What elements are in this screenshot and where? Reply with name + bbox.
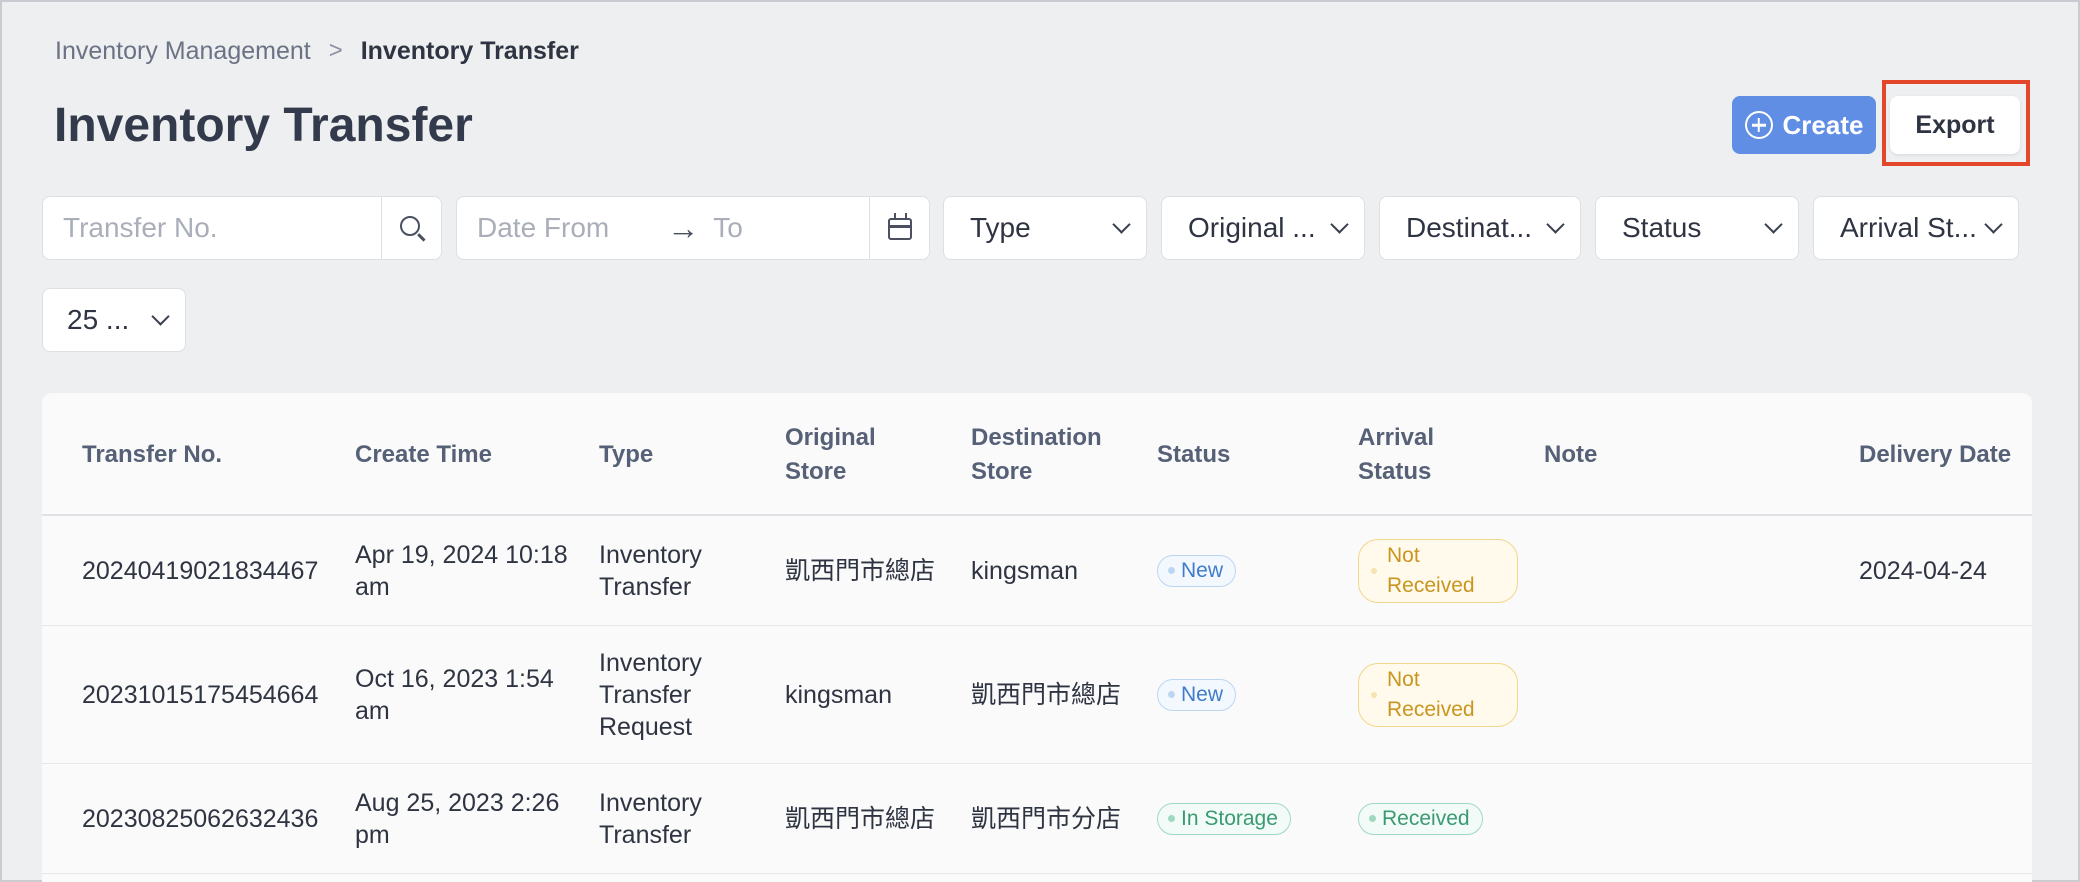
- arrival-status-select-value: Arrival St...: [1840, 212, 1977, 243]
- cell-arrival-status: Not Received: [1358, 516, 1538, 625]
- header-destination-store[interactable]: Destination Store: [971, 393, 1131, 516]
- cell-type: Inventory Transfer Request: [599, 648, 702, 741]
- status-badge: New: [1157, 678, 1237, 711]
- date-range-picker[interactable]: Date From → To: [456, 196, 930, 260]
- header-transfer-no[interactable]: Transfer No.: [82, 393, 342, 516]
- status-badge: In Storage: [1157, 802, 1291, 835]
- status-dot-icon: [1369, 815, 1376, 822]
- status-dot-icon: [1168, 691, 1175, 698]
- arrival-status-badge: Not Received: [1358, 538, 1518, 603]
- cell-original-store: kingsman: [785, 680, 892, 709]
- cell-create-time: Apr 19, 2024 10:18 am: [355, 540, 568, 601]
- page-size-select-value: 25 ...: [67, 304, 130, 335]
- chevron-down-icon: [1112, 215, 1131, 234]
- original-store-select-value: Original ...: [1188, 212, 1316, 243]
- cell-transfer-no: 20231015175454664: [82, 680, 319, 709]
- cell-transfer-no: 20240419021834467: [82, 556, 319, 585]
- status-dot-icon: [1168, 567, 1175, 574]
- calendar-icon: [887, 213, 912, 240]
- table-row[interactable]: 20230825062632436 Aug 25, 2023 2:26 pm I…: [42, 764, 2032, 874]
- status-badge-label: In Storage: [1181, 806, 1278, 830]
- header-create-time[interactable]: Create Time: [355, 393, 575, 516]
- arrival-status-badge: Received: [1358, 802, 1483, 835]
- original-store-select[interactable]: Original ...: [1161, 196, 1365, 260]
- breadcrumb-inventory-management[interactable]: Inventory Management: [55, 36, 311, 66]
- search-icon: [399, 216, 420, 236]
- cell-create-time: Oct 16, 2023 1:54 am: [355, 664, 554, 725]
- status-badge-label: New: [1181, 558, 1224, 582]
- breadcrumb-current: Inventory Transfer: [360, 37, 579, 65]
- cell-note: [1544, 626, 1844, 763]
- cell-delivery-date: 2024-04-24: [1859, 556, 1987, 585]
- date-from-placeholder: Date From: [477, 212, 610, 243]
- chevron-down-icon: [1546, 215, 1565, 234]
- transfer-table: Transfer No. Create Time Type Original S…: [42, 393, 2032, 882]
- chevron-down-icon: [151, 307, 170, 326]
- export-button[interactable]: Export: [1890, 96, 2020, 154]
- type-select[interactable]: Type: [943, 196, 1147, 260]
- cell-transfer-no: 20230825062632436: [82, 804, 319, 833]
- plus-circle-icon: [1744, 111, 1773, 139]
- status-badge-label: New: [1181, 682, 1224, 706]
- cell-destination-store: 凱西門市總店: [971, 680, 1122, 709]
- chevron-down-icon: [1984, 215, 2003, 234]
- cell-create-time: Aug 25, 2023 2:26 pm: [355, 788, 560, 849]
- header-arrival-status[interactable]: Arrival Status: [1358, 393, 1498, 516]
- table-header: Transfer No. Create Time Type Original S…: [42, 393, 2032, 516]
- cell-type: Inventory Transfer: [599, 788, 702, 849]
- date-to-placeholder: To: [713, 212, 743, 243]
- cell-arrival-status: Not Received: [1358, 626, 1538, 763]
- destination-store-select-value: Destinat...: [1406, 212, 1533, 243]
- arrival-status-badge-label: Received: [1382, 806, 1470, 830]
- arrival-status-badge: Not Received: [1358, 662, 1518, 727]
- header-status[interactable]: Status: [1157, 393, 1337, 516]
- cell-type: Inventory Transfer: [599, 540, 702, 601]
- cell-destination-store: 凱西門市分店: [971, 804, 1122, 833]
- cell-destination-store: kingsman: [971, 556, 1078, 585]
- arrow-right-icon: →: [667, 209, 700, 246]
- destination-store-select[interactable]: Destinat...: [1379, 196, 1581, 260]
- transfer-no-placeholder: Transfer No.: [63, 212, 218, 243]
- cell-status: In Storage: [1157, 764, 1347, 873]
- cell-delivery-date: [1859, 764, 2031, 873]
- type-select-value: Type: [970, 212, 1031, 243]
- calendar-button[interactable]: [869, 197, 929, 259]
- header-delivery-date[interactable]: Delivery Date: [1859, 393, 2031, 516]
- arrival-status-select[interactable]: Arrival St...: [1813, 196, 2019, 260]
- arrival-status-badge-label: Not Received: [1387, 543, 1475, 597]
- status-dot-icon: [1168, 815, 1175, 822]
- create-button[interactable]: Create: [1732, 96, 1876, 154]
- table-row[interactable]: 20231015175454664 Oct 16, 2023 1:54 am I…: [42, 626, 2032, 764]
- table-row[interactable]: 20240419021834467 Apr 19, 2024 10:18 am …: [42, 516, 2032, 626]
- cell-note: [1544, 516, 1844, 625]
- header-type[interactable]: Type: [599, 393, 769, 516]
- status-badge: New: [1157, 554, 1237, 587]
- breadcrumb: Inventory Management > Inventory Transfe…: [55, 36, 579, 66]
- header-note[interactable]: Note: [1544, 393, 1844, 516]
- cell-status: New: [1157, 516, 1347, 625]
- page-size-select[interactable]: 25 ...: [42, 288, 186, 352]
- status-dot-icon: [1371, 691, 1377, 698]
- cell-delivery-date: [1859, 626, 2031, 763]
- cell-original-store: 凱西門市總店: [785, 556, 936, 585]
- header-original-store[interactable]: Original Store: [785, 393, 935, 516]
- create-button-label: Create: [1782, 109, 1864, 140]
- breadcrumb-chevron-icon: >: [328, 37, 343, 64]
- status-select-value: Status: [1622, 212, 1702, 243]
- search-button[interactable]: [381, 197, 441, 259]
- cell-note: [1544, 764, 1844, 873]
- arrival-status-badge-label: Not Received: [1387, 667, 1475, 721]
- status-dot-icon: [1371, 567, 1377, 574]
- chevron-down-icon: [1330, 215, 1349, 234]
- cell-original-store: 凱西門市總店: [785, 804, 936, 833]
- status-select[interactable]: Status: [1595, 196, 1799, 260]
- transfer-no-search-input[interactable]: Transfer No.: [42, 196, 442, 260]
- page-title: Inventory Transfer: [54, 99, 473, 152]
- cell-arrival-status: Received: [1358, 764, 1538, 873]
- chevron-down-icon: [1764, 215, 1783, 234]
- cell-status: New: [1157, 626, 1347, 763]
